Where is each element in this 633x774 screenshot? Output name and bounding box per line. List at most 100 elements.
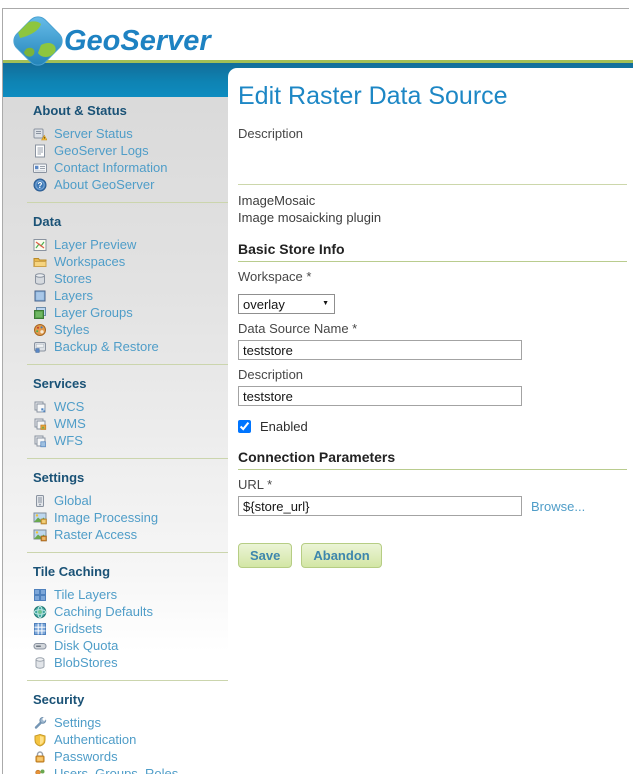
page-title: Edit Raster Data Source	[238, 82, 627, 111]
sidebar-item-stores[interactable]: Stores	[33, 270, 228, 287]
sidebar-section-title: Security	[33, 692, 228, 707]
sidebar-item-blobstores[interactable]: BlobStores	[33, 654, 228, 671]
sidebar-item-contact-information[interactable]: Contact Information	[33, 159, 228, 176]
sidebar-item-label: Styles	[54, 322, 89, 337]
description-empty-area	[238, 145, 627, 178]
sidebar-item-label: Users, Groups, Roles	[54, 766, 178, 774]
sidebar-item-global[interactable]: Global	[33, 492, 228, 509]
contact-information-icon	[33, 161, 47, 175]
data-source-name-input[interactable]	[238, 340, 522, 360]
abandon-button[interactable]: Abandon	[301, 543, 381, 568]
sidebar-section-services: ServicesWCSWMSWFS	[33, 376, 228, 449]
sidebar-section-data: Data Layer PreviewWorkspacesStores LayersL…	[33, 214, 228, 355]
geoserver-logo-icon[interactable]	[10, 12, 66, 81]
description-caption: Description	[238, 126, 627, 141]
sidebar-item-label: BlobStores	[54, 655, 118, 670]
svg-text:?: ?	[38, 181, 43, 190]
sidebar-item-layer-groups[interactable]: Layer Groups	[33, 304, 228, 321]
main-panel: Edit Raster Data Source Description Imag…	[228, 68, 633, 774]
about-geoserver-icon: ?	[33, 178, 47, 192]
sidebar-item-label: Raster Access	[54, 527, 137, 542]
data-source-name-label: Data Source Name *	[238, 321, 627, 336]
window-frame-top	[2, 8, 629, 9]
image-processing-icon	[33, 511, 47, 525]
browse-link[interactable]: Browse...	[531, 499, 585, 514]
sidebar-item-wfs[interactable]: WFS	[33, 432, 228, 449]
sidebar-item-disk-quota[interactable]: Disk Quota	[33, 637, 228, 654]
sidebar-item-layer-preview[interactable]: Layer Preview	[33, 236, 228, 253]
description-input[interactable]	[238, 386, 522, 406]
authentication-icon	[33, 733, 47, 747]
connection-parameters-header: Connection Parameters	[238, 449, 627, 470]
sidebar-item-label: Backup & Restore	[54, 339, 159, 354]
sidebar-section-tile-caching: Tile Caching Tile Layers Caching DefaultsG…	[33, 564, 228, 671]
sidebar-item-styles[interactable]: Styles	[33, 321, 228, 338]
wfs-icon	[33, 434, 47, 448]
workspace-label: Workspace *	[238, 269, 627, 284]
enabled-checkbox[interactable]	[238, 420, 251, 433]
sidebar-item-authentication[interactable]: Authentication	[33, 731, 228, 748]
sidebar-item-tile-layers[interactable]: Tile Layers	[33, 586, 228, 603]
sidebar-item-label: Passwords	[54, 749, 118, 764]
sidebar-item-settings[interactable]: Settings	[33, 714, 228, 731]
url-input[interactable]	[238, 496, 522, 516]
sidebar-section-title: About & Status	[33, 103, 228, 118]
sidebar-divider	[27, 202, 228, 203]
sidebar-item-label: WMS	[54, 416, 86, 431]
sidebar-item-gridsets[interactable]: Gridsets	[33, 620, 228, 637]
workspace-select-wrap: overlay	[238, 294, 335, 314]
sidebar-divider	[27, 458, 228, 459]
sidebar-section-title: Data	[33, 214, 228, 229]
sidebar-divider	[27, 364, 228, 365]
sidebar-item-backup-restore[interactable]: Backup & Restore	[33, 338, 228, 355]
workspace-select[interactable]: overlay	[238, 294, 335, 314]
sidebar-item-passwords[interactable]: Passwords	[33, 748, 228, 765]
enabled-row: Enabled	[238, 419, 627, 434]
sidebar-item-label: Caching Defaults	[54, 604, 153, 619]
sidebar-item-image-processing[interactable]: Image Processing	[33, 509, 228, 526]
sidebar-item-wcs[interactable]: WCS	[33, 398, 228, 415]
sidebar-item-workspaces[interactable]: Workspaces	[33, 253, 228, 270]
store-type-name: ImageMosaic	[238, 192, 627, 209]
sidebar-section-title: Tile Caching	[33, 564, 228, 579]
url-row: Browse...	[238, 496, 627, 516]
sidebar-divider	[27, 552, 228, 553]
blobstores-icon	[33, 656, 47, 670]
sidebar-item-layers[interactable]: Layers	[33, 287, 228, 304]
sidebar-item-label: Layer Preview	[54, 237, 136, 252]
sidebar-section-settings: SettingsGlobalImage ProcessingRaster Acc…	[33, 470, 228, 543]
sidebar-item-users-groups-roles[interactable]: Users, Groups, Roles	[33, 765, 228, 774]
passwords-icon	[33, 750, 47, 764]
brand-title[interactable]: GeoServer	[64, 25, 211, 58]
sidebar-item-label: Stores	[54, 271, 92, 286]
sidebar-item-label: WFS	[54, 433, 83, 448]
sidebar-item-server-status[interactable]: Server Status	[33, 125, 228, 142]
sidebar-item-label: Disk Quota	[54, 638, 118, 653]
caching-defaults-icon	[33, 605, 47, 619]
geoserver-logs-icon	[33, 144, 47, 158]
sidebar-item-label: Tile Layers	[54, 587, 117, 602]
sidebar-section-security: Security SettingsAuthenticationPasswords U…	[33, 692, 228, 774]
basic-store-info-header: Basic Store Info	[238, 241, 627, 262]
sidebar-item-wms[interactable]: WMS	[33, 415, 228, 432]
sidebar-item-geoserver-logs[interactable]: GeoServer Logs	[33, 142, 228, 159]
sidebar-item-caching-defaults[interactable]: Caching Defaults	[33, 603, 228, 620]
backup-restore-icon	[33, 340, 47, 354]
wms-icon	[33, 417, 47, 431]
sidebar-item-label: Layers	[54, 288, 93, 303]
sidebar-item-label: WCS	[54, 399, 84, 414]
sidebar-item-label: Contact Information	[54, 160, 167, 175]
layer-preview-icon	[33, 238, 47, 252]
sidebar-item-label: About GeoServer	[54, 177, 154, 192]
wcs-icon	[33, 400, 47, 414]
save-button[interactable]: Save	[238, 543, 292, 568]
form-buttons: Save Abandon	[238, 543, 627, 568]
gridsets-icon	[33, 622, 47, 636]
layer-groups-icon	[33, 306, 47, 320]
sidebar-item-label: Image Processing	[54, 510, 158, 525]
styles-icon	[33, 323, 47, 337]
security-settings-icon	[33, 716, 47, 730]
sidebar: About & Status Server StatusGeoServer Log…	[3, 97, 228, 774]
sidebar-item-about-geoserver[interactable]: ? About GeoServer	[33, 176, 228, 193]
sidebar-item-raster-access[interactable]: Raster Access	[33, 526, 228, 543]
